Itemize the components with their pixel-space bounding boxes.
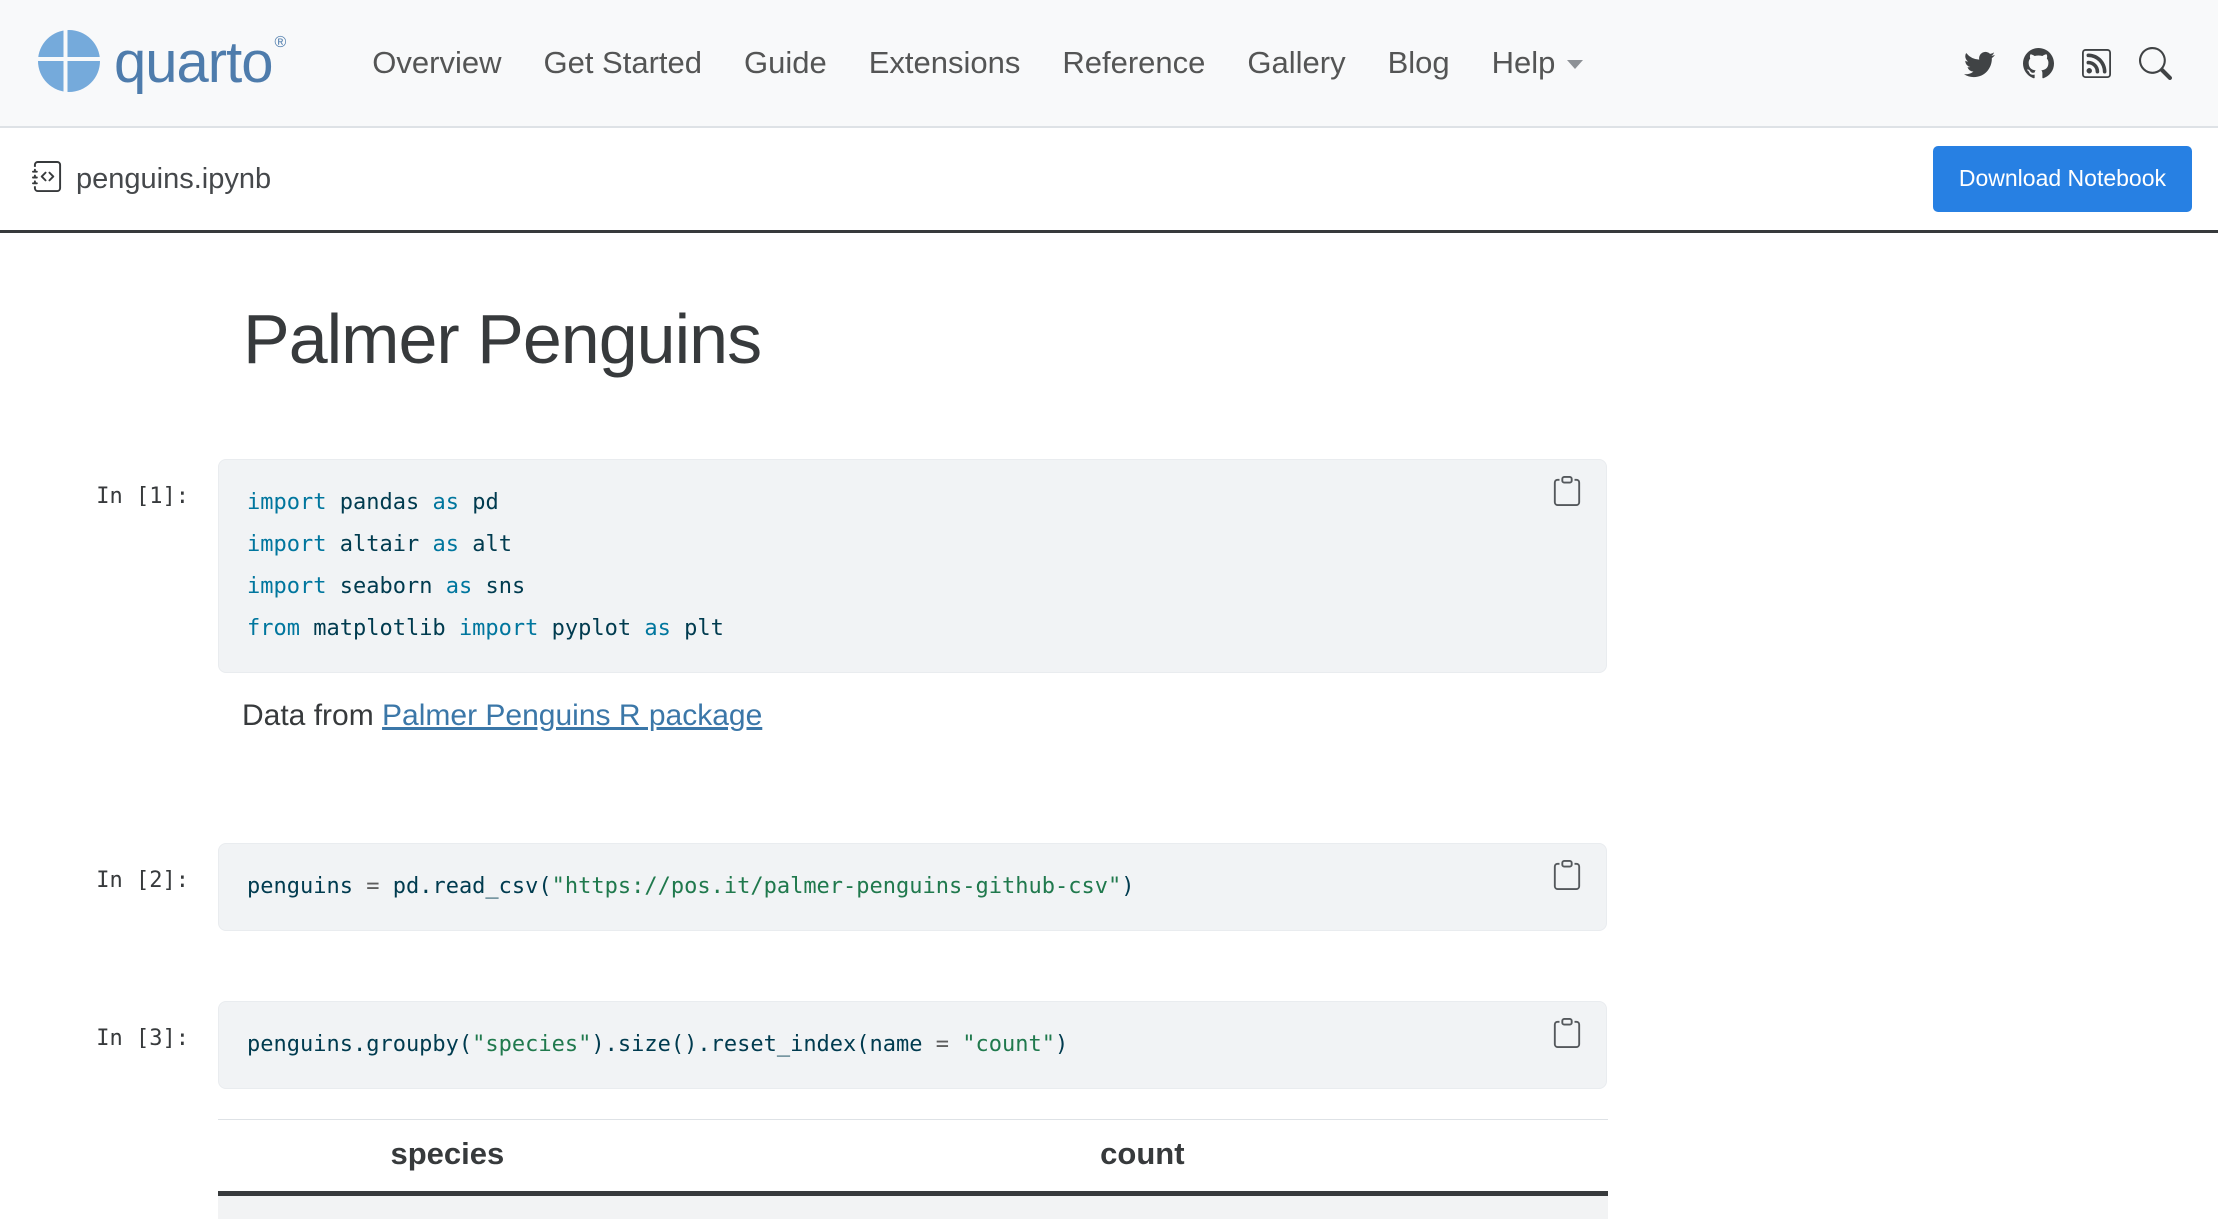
table-header-count: count	[677, 1119, 1608, 1193]
quarto-logo[interactable]: quarto ®	[38, 30, 286, 97]
clipboard-icon[interactable]	[1552, 476, 1582, 509]
twitter-icon[interactable]	[1964, 48, 1995, 79]
rss-icon[interactable]	[2082, 49, 2111, 78]
nav-link-extensions[interactable]: Extensions	[869, 45, 1021, 81]
table-header-row: species count	[218, 1119, 1608, 1193]
brand-wordmark: quarto	[114, 34, 272, 92]
table-header-species: species	[218, 1119, 677, 1193]
nav-link-blog[interactable]: Blog	[1388, 45, 1450, 81]
code-cell: In [3]: penguins.groupby("species").size…	[50, 1001, 2218, 1089]
nav-link-reference[interactable]: Reference	[1062, 45, 1205, 81]
nav-link-overview[interactable]: Overview	[372, 45, 501, 81]
search-icon[interactable]	[2139, 47, 2172, 80]
code-text: penguins.groupby("species").size().reset…	[247, 1024, 1578, 1066]
paragraph: Data from Palmer Penguins R package	[242, 699, 2218, 733]
code-cell-input: import pandas as pd import altair as alt…	[218, 459, 1607, 673]
nav-link-gallery[interactable]: Gallery	[1247, 45, 1345, 81]
notebook-content: Palmer Penguins In [1]: import pandas as…	[0, 303, 2218, 1219]
page-title: Palmer Penguins	[243, 303, 2218, 377]
cell-execution-label: In [3]:	[50, 1001, 218, 1089]
code-cell-input: penguins = pd.read_csv("https://pos.it/p…	[218, 843, 1607, 931]
paragraph-text: Data from	[242, 699, 382, 732]
nav-link-help[interactable]: Help	[1492, 45, 1584, 81]
notebook-file: penguins.ipynb	[32, 160, 271, 198]
clipboard-icon[interactable]	[1552, 860, 1582, 893]
clipboard-icon[interactable]	[1552, 1018, 1582, 1051]
nav-link-get-started[interactable]: Get Started	[543, 45, 702, 81]
palmer-penguins-link[interactable]: Palmer Penguins R package	[382, 699, 762, 732]
code-cell: In [2]: penguins = pd.read_csv("https://…	[50, 843, 2218, 931]
result-table: species count	[218, 1119, 1608, 1220]
code-text: penguins = pd.read_csv("https://pos.it/p…	[247, 866, 1578, 908]
cell-execution-label: In [1]:	[50, 459, 218, 673]
github-icon[interactable]	[2023, 48, 2054, 79]
notebook-header-bar: penguins.ipynb Download Notebook	[0, 128, 2218, 233]
cell-execution-label: In [2]:	[50, 843, 218, 931]
code-cell: In [1]: import pandas as pd import altai…	[50, 459, 2218, 673]
code-text: import pandas as pd import altair as alt…	[247, 482, 1578, 650]
nav-link-guide[interactable]: Guide	[744, 45, 827, 81]
main-nav: Overview Get Started Guide Extensions Refere…	[372, 45, 1583, 81]
nav-icon-group	[1964, 47, 2172, 80]
quarto-logo-icon	[38, 30, 100, 97]
table-row	[218, 1193, 1608, 1219]
notebook-filename: penguins.ipynb	[76, 163, 271, 196]
download-notebook-button[interactable]: Download Notebook	[1933, 146, 2192, 211]
caret-down-icon	[1567, 60, 1583, 69]
navbar: quarto ® Overview Get Started Guide Extensi…	[0, 0, 2218, 128]
code-cell-input: penguins.groupby("species").size().reset…	[218, 1001, 1607, 1089]
brand-registered-mark: ®	[274, 34, 286, 52]
journal-code-icon	[32, 160, 63, 198]
